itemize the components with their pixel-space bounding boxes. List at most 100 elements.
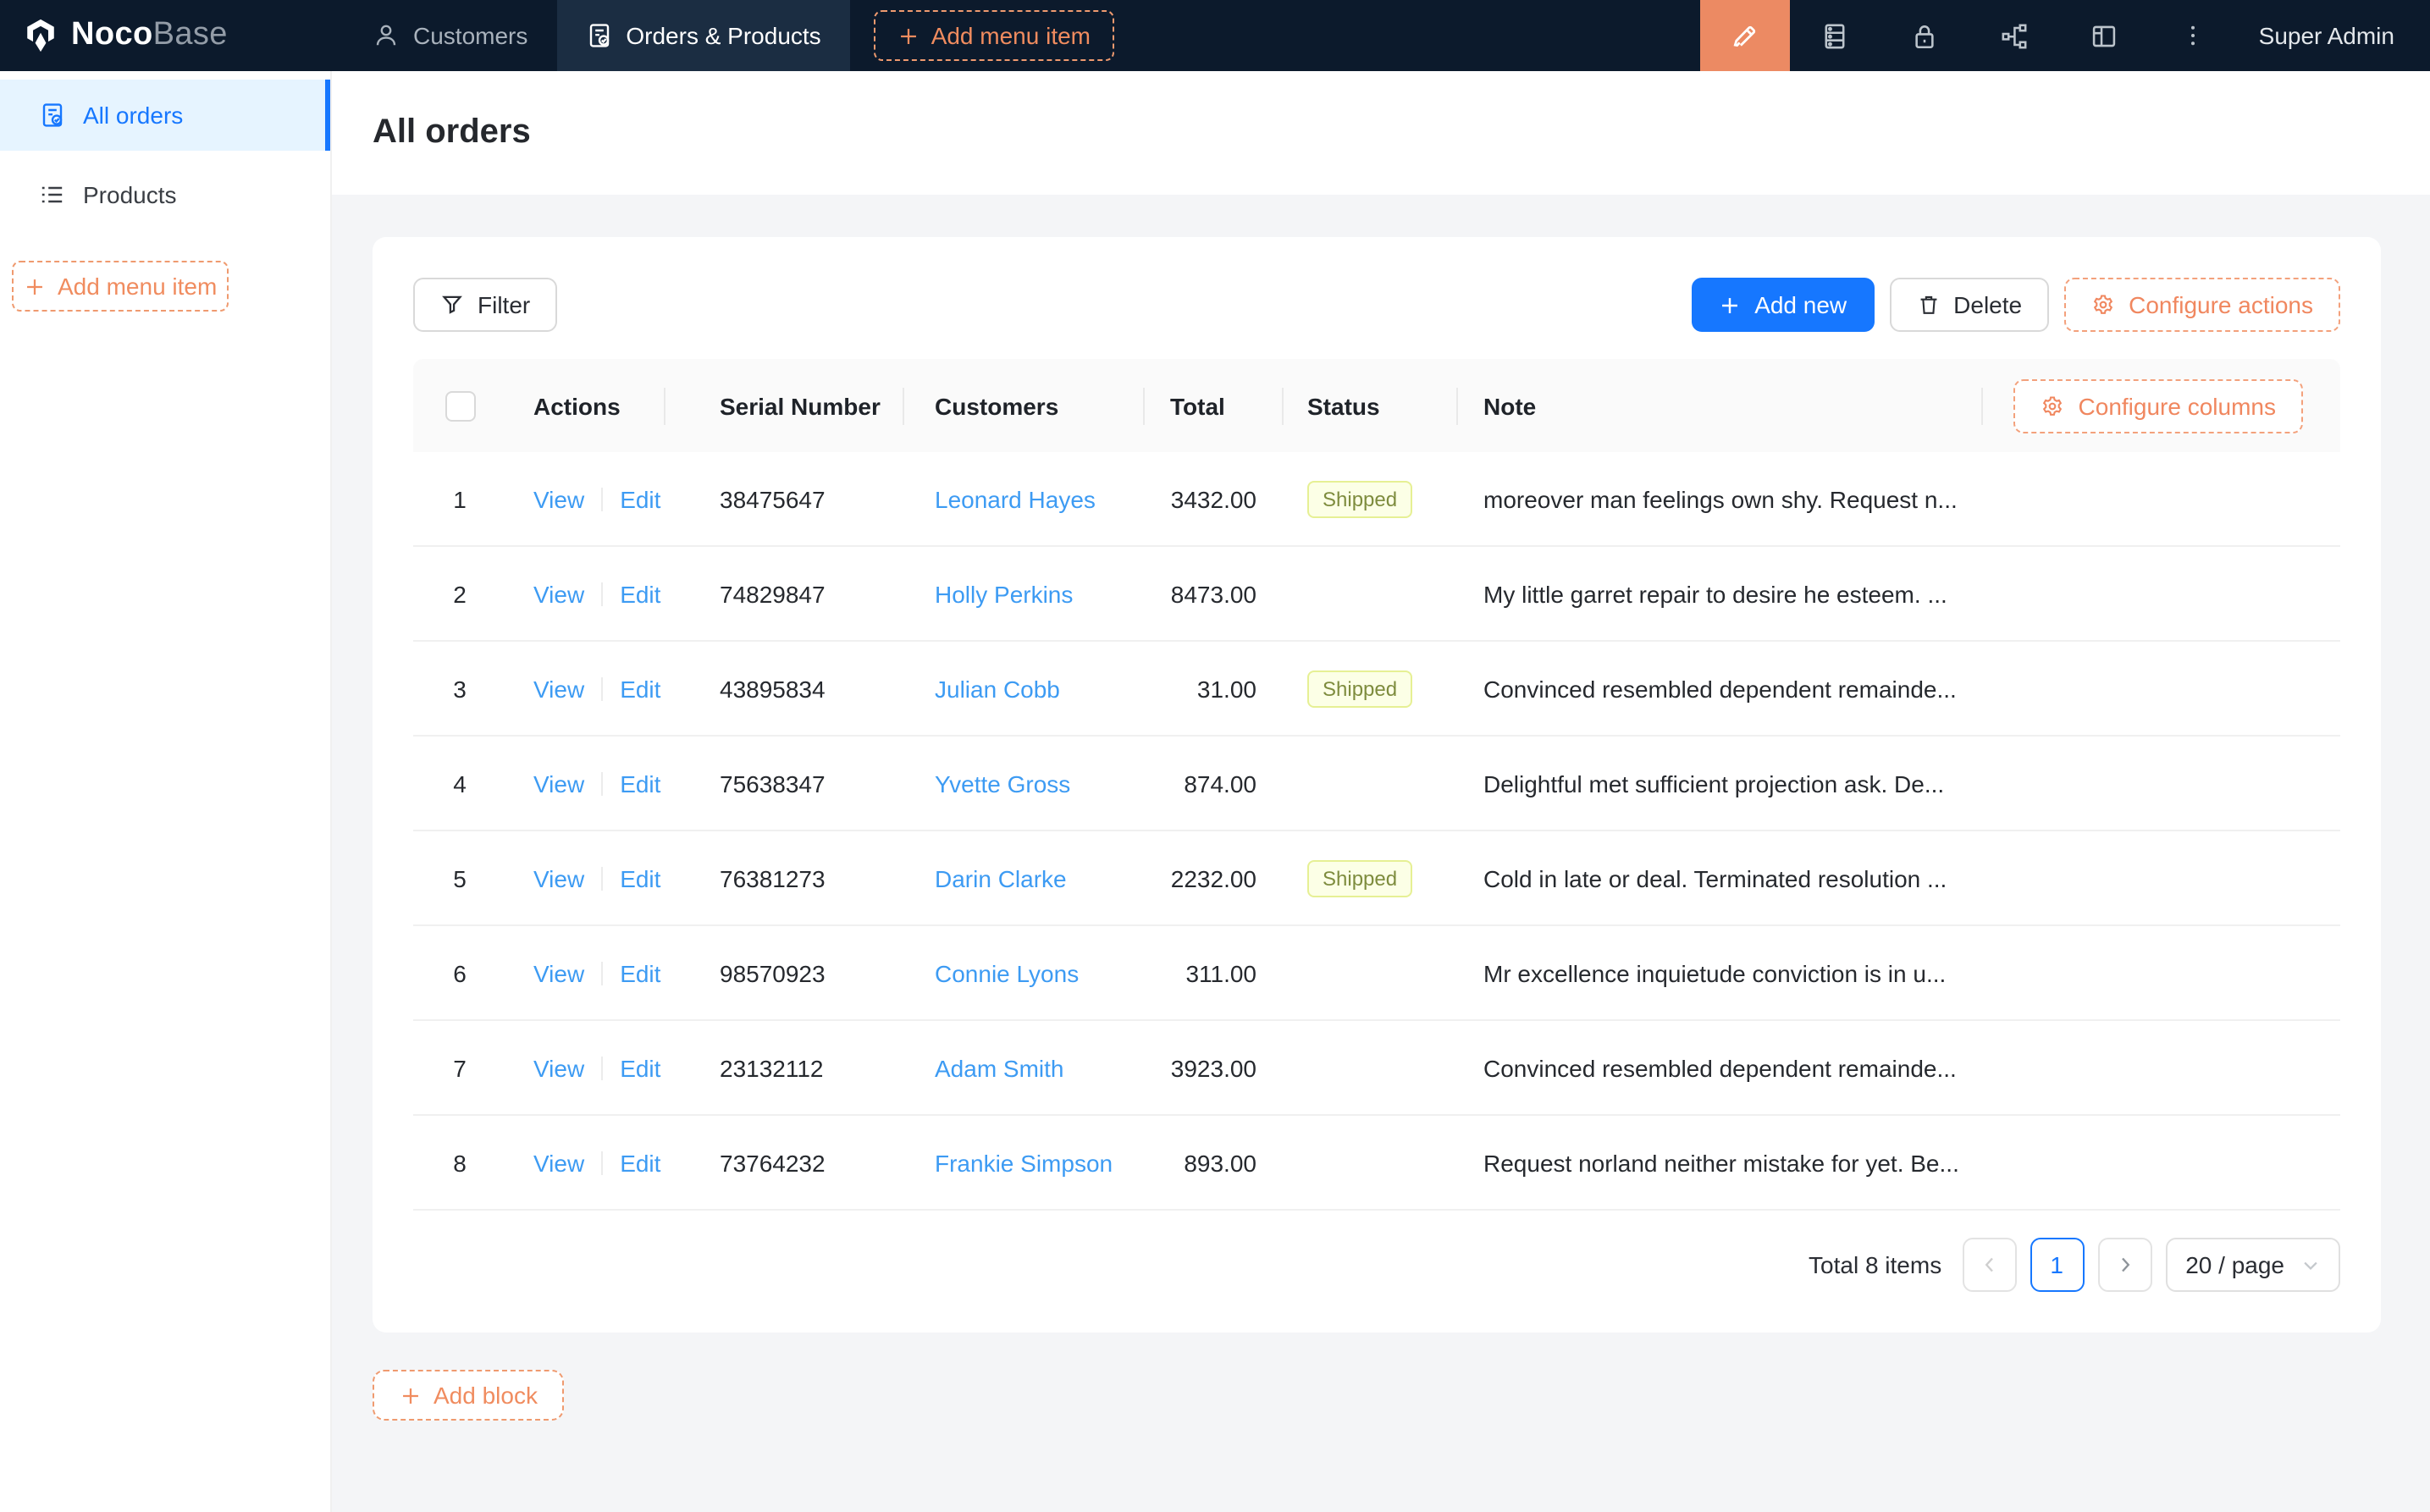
view-link[interactable]: View bbox=[533, 770, 584, 797]
topbar-actions: Super Admin bbox=[1700, 0, 2430, 71]
actions-divider bbox=[601, 487, 603, 510]
customer-cell: Julian Cobb bbox=[904, 675, 1145, 702]
plus-icon bbox=[400, 1384, 422, 1406]
customer-link[interactable]: Darin Clarke bbox=[935, 864, 1067, 891]
edit-link[interactable]: Edit bbox=[620, 580, 660, 607]
edit-link[interactable]: Edit bbox=[620, 675, 660, 702]
trash-icon bbox=[1916, 293, 1940, 317]
view-link[interactable]: View bbox=[533, 1149, 584, 1176]
view-link[interactable]: View bbox=[533, 580, 584, 607]
customer-link[interactable]: Connie Lyons bbox=[935, 959, 1079, 986]
customer-cell: Connie Lyons bbox=[904, 959, 1145, 986]
pagination-page-1[interactable]: 1 bbox=[2030, 1238, 2084, 1292]
note-cell: Mr excellence inquietude conviction is i… bbox=[1458, 959, 1983, 986]
add-menu-item-sidebar-button[interactable]: Add menu item bbox=[12, 261, 229, 312]
total-cell: 3923.00 bbox=[1145, 1054, 1284, 1081]
chevron-down-icon bbox=[2301, 1255, 2320, 1274]
serial-number-cell: 43895834 bbox=[665, 675, 904, 702]
table-row: 8 View Edit 73764232 Frankie Simpson 893… bbox=[413, 1116, 2340, 1211]
top-navbar: NocoBase Customers bbox=[0, 0, 2430, 71]
main-area: All orders Filter bbox=[332, 71, 2430, 1512]
row-index: 7 bbox=[413, 1054, 506, 1081]
customer-link[interactable]: Frankie Simpson bbox=[935, 1149, 1113, 1176]
table-row: 2 View Edit 74829847 Holly Perkins 8473.… bbox=[413, 547, 2340, 642]
actions-divider bbox=[601, 1151, 603, 1174]
plugin-icon[interactable] bbox=[1969, 0, 2059, 71]
total-cell: 31.00 bbox=[1145, 675, 1284, 702]
edit-link[interactable]: Edit bbox=[620, 959, 660, 986]
tab-label: Orders & Products bbox=[626, 22, 820, 49]
column-header-customers: Customers bbox=[904, 387, 1145, 424]
configure-columns-button[interactable]: Configure columns bbox=[2014, 378, 2303, 433]
row-index: 1 bbox=[413, 485, 506, 512]
brand-logo: NocoBase bbox=[0, 0, 344, 71]
add-block-button[interactable]: Add block bbox=[373, 1370, 565, 1421]
add-menu-item-top-button[interactable]: Add menu item bbox=[874, 10, 1114, 61]
total-cell: 2232.00 bbox=[1145, 864, 1284, 891]
serial-number-cell: 76381273 bbox=[665, 864, 904, 891]
table-body: 1 View Edit 38475647 Leonard Hayes 3432.… bbox=[413, 452, 2340, 1211]
actions-divider bbox=[601, 771, 603, 795]
table-row: 6 View Edit 98570923 Connie Lyons 311.00… bbox=[413, 926, 2340, 1021]
serial-number-cell: 75638347 bbox=[665, 770, 904, 797]
customer-link[interactable]: Yvette Gross bbox=[935, 770, 1070, 797]
actions-divider bbox=[601, 1056, 603, 1079]
row-index: 8 bbox=[413, 1149, 506, 1176]
tab-orders-products[interactable]: Orders & Products bbox=[556, 0, 849, 71]
document-check-icon bbox=[39, 102, 66, 129]
database-icon[interactable] bbox=[1790, 0, 1880, 71]
serial-number-cell: 73764232 bbox=[665, 1149, 904, 1176]
customer-link[interactable]: Holly Perkins bbox=[935, 580, 1073, 607]
serial-number-cell: 74829847 bbox=[665, 580, 904, 607]
customer-link[interactable]: Adam Smith bbox=[935, 1054, 1064, 1081]
layout-icon[interactable] bbox=[2059, 0, 2149, 71]
page-size-select[interactable]: 20 / page bbox=[2165, 1238, 2340, 1292]
view-link[interactable]: View bbox=[533, 485, 584, 512]
row-actions: View Edit bbox=[506, 864, 665, 891]
gear-icon bbox=[2041, 394, 2065, 417]
more-icon[interactable] bbox=[2149, 0, 2239, 71]
select-all-checkbox[interactable] bbox=[445, 390, 475, 421]
customer-link[interactable]: Julian Cobb bbox=[935, 675, 1060, 702]
filter-icon bbox=[440, 293, 464, 317]
total-cell: 893.00 bbox=[1145, 1149, 1284, 1176]
edit-link[interactable]: Edit bbox=[620, 770, 660, 797]
note-cell: Convinced resembled dependent remainde..… bbox=[1458, 1054, 1983, 1081]
app-window: NocoBase Customers bbox=[0, 0, 2430, 1512]
edit-link[interactable]: Edit bbox=[620, 1054, 660, 1081]
sidebar-item-all-orders[interactable]: All orders bbox=[0, 80, 330, 151]
tab-customers[interactable]: Customers bbox=[344, 0, 556, 71]
pagination: Total 8 items 1 20 / page bbox=[413, 1238, 2340, 1292]
pagination-next-button[interactable] bbox=[2097, 1238, 2151, 1292]
column-header-serial-number: Serial Number bbox=[665, 387, 904, 424]
page-size-value: 20 / page bbox=[2185, 1251, 2284, 1278]
status-badge: Shipped bbox=[1307, 670, 1412, 707]
page-layout: All orders Products Add menu item All or… bbox=[0, 71, 2430, 1512]
serial-number-cell: 98570923 bbox=[665, 959, 904, 986]
edit-link[interactable]: Edit bbox=[620, 864, 660, 891]
nocobase-logo-icon bbox=[22, 17, 59, 54]
brand-name: NocoBase bbox=[71, 17, 228, 54]
note-cell: moreover man feelings own shy. Request n… bbox=[1458, 485, 1983, 512]
pagination-prev-button[interactable] bbox=[1962, 1238, 2016, 1292]
lock-icon[interactable] bbox=[1880, 0, 1969, 71]
row-actions: View Edit bbox=[506, 770, 665, 797]
edit-link[interactable]: Edit bbox=[620, 485, 660, 512]
ui-editor-highlighter-icon[interactable] bbox=[1700, 0, 1790, 71]
add-new-button[interactable]: Add new bbox=[1692, 278, 1874, 332]
user-menu[interactable]: Super Admin bbox=[2239, 0, 2430, 71]
row-index: 3 bbox=[413, 675, 506, 702]
view-link[interactable]: View bbox=[533, 864, 584, 891]
view-link[interactable]: View bbox=[533, 675, 584, 702]
row-actions: View Edit bbox=[506, 675, 665, 702]
customer-link[interactable]: Leonard Hayes bbox=[935, 485, 1096, 512]
configure-actions-button[interactable]: Configure actions bbox=[2064, 278, 2340, 332]
edit-link[interactable]: Edit bbox=[620, 1149, 660, 1176]
status-badge: Shipped bbox=[1307, 480, 1412, 517]
delete-button[interactable]: Delete bbox=[1889, 278, 2049, 332]
status-cell: Shipped bbox=[1284, 480, 1458, 517]
sidebar-item-products[interactable]: Products bbox=[0, 159, 330, 230]
filter-button[interactable]: Filter bbox=[413, 278, 557, 332]
view-link[interactable]: View bbox=[533, 1054, 584, 1081]
view-link[interactable]: View bbox=[533, 959, 584, 986]
